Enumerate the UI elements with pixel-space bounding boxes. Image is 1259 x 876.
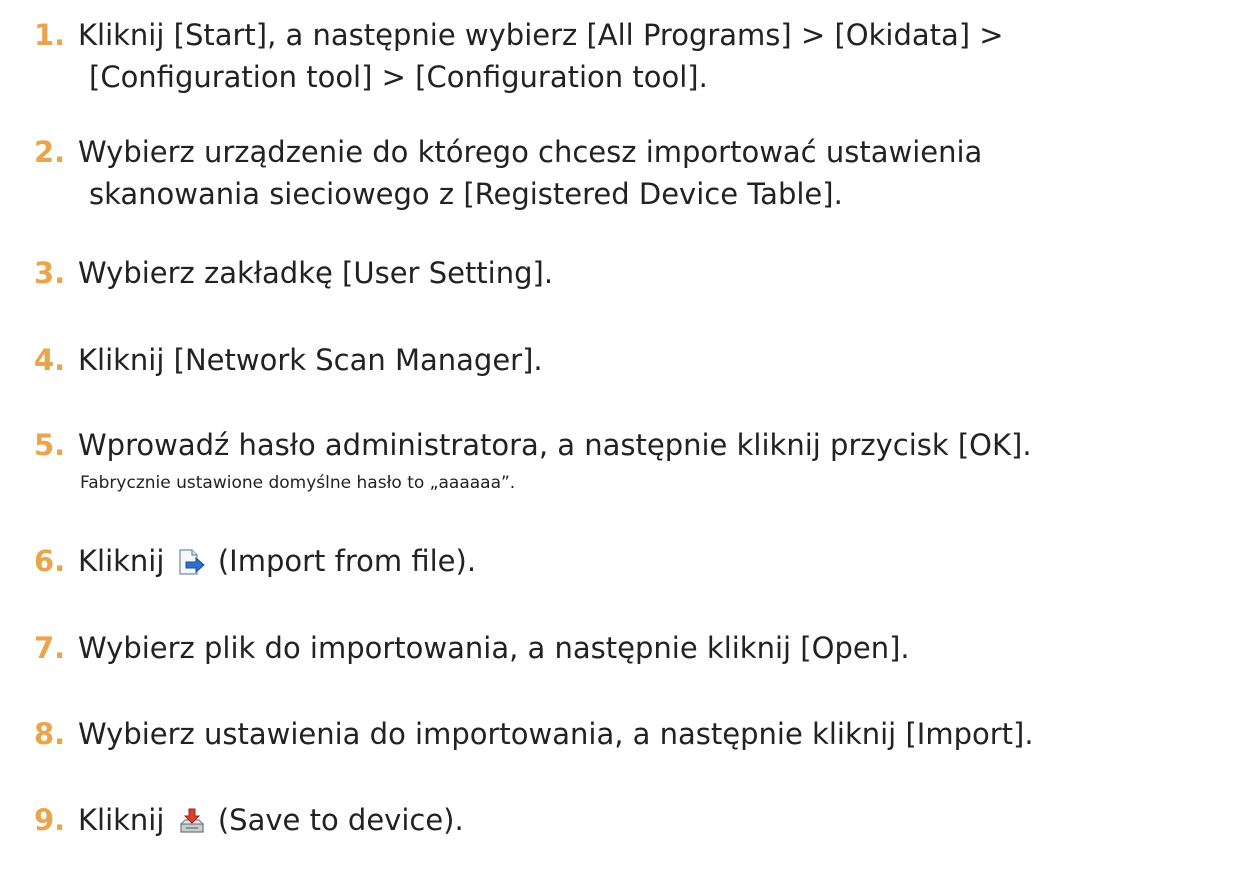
step-number: 6. bbox=[34, 544, 66, 578]
step-4: 4. Kliknij [Network Scan Manager]. bbox=[34, 339, 1259, 381]
step-text: Wprowadź hasło administratora, a następn… bbox=[78, 428, 1032, 462]
step-text-continued: [Configuration tool] > [Configuration to… bbox=[89, 60, 708, 94]
step-number: 8. bbox=[34, 717, 66, 751]
step-7: 7. Wybierz plik do importowania, a następ… bbox=[34, 627, 1259, 669]
step-2: 2. Wybierz urządzenie do którego chcesz i… bbox=[34, 131, 1259, 215]
step-9: 9. Kliknij (Save to device). bbox=[34, 799, 1259, 841]
step-note: Fabrycznie ustawione domyślne hasło to „… bbox=[80, 473, 516, 493]
import-file-icon bbox=[177, 545, 207, 575]
step-text: Wybierz zakładkę [User Setting]. bbox=[78, 256, 554, 290]
save-to-device-icon bbox=[177, 804, 207, 833]
step-number: 9. bbox=[34, 803, 66, 837]
step-6: 6. Kliknij (Import from file). bbox=[34, 540, 1259, 582]
step-number: 7. bbox=[34, 631, 66, 665]
instruction-list: 1. Kliknij [Start], a następnie wybierz [… bbox=[0, 0, 1259, 876]
step-text: Wybierz ustawienia do importowania, a na… bbox=[78, 717, 1034, 751]
step-number: 1. bbox=[34, 18, 66, 52]
step-number: 5. bbox=[34, 428, 66, 462]
step-number: 2. bbox=[34, 135, 66, 169]
step-text-after-icon: (Import from file). bbox=[217, 544, 477, 578]
step-text: Kliknij [Network Scan Manager]. bbox=[78, 343, 543, 377]
step-text-continued: skanowania sieciowego z [Registered Devi… bbox=[89, 177, 843, 211]
step-8: 8. Wybierz ustawienia do importowania, a … bbox=[34, 713, 1259, 755]
step-1: 1. Kliknij [Start], a następnie wybierz [… bbox=[34, 14, 1259, 98]
step-3: 3. Wybierz zakładkę [User Setting]. bbox=[34, 252, 1259, 294]
step-number: 3. bbox=[34, 256, 66, 290]
step-text: Kliknij bbox=[78, 803, 165, 837]
step-text: Kliknij [Start], a następnie wybierz [Al… bbox=[78, 18, 1004, 52]
step-text: Wybierz plik do importowania, a następni… bbox=[78, 631, 910, 665]
step-text: Wybierz urządzenie do którego chcesz imp… bbox=[78, 135, 983, 169]
step-text-after-icon: (Save to device). bbox=[217, 803, 464, 837]
step-text: Kliknij bbox=[78, 544, 165, 578]
step-5: 5. Wprowadź hasło administratora, a nastę… bbox=[34, 424, 1259, 500]
step-number: 4. bbox=[34, 343, 66, 377]
